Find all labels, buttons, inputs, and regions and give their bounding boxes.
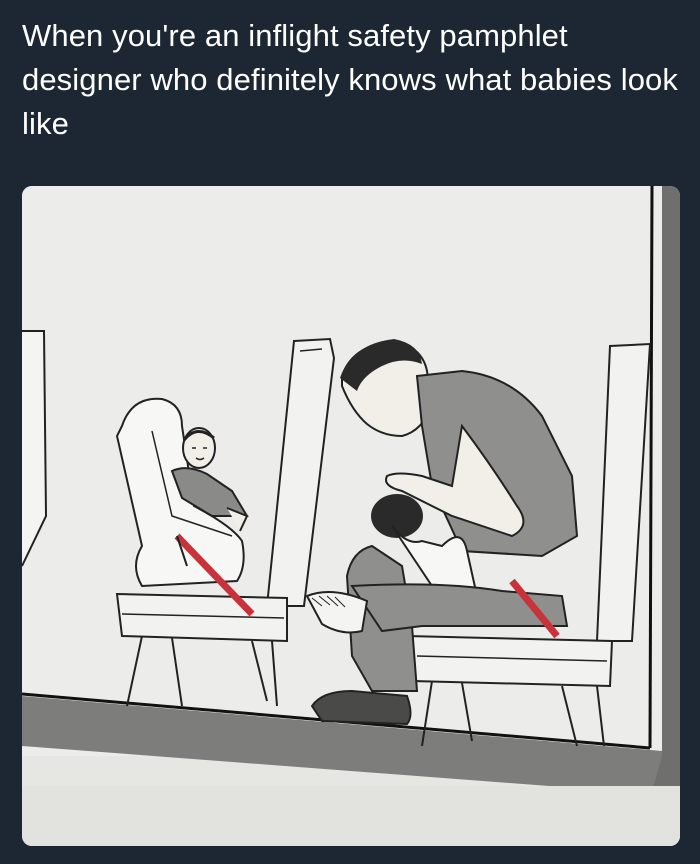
tweet-text: When you're an inflight safety pamphlet … xyxy=(22,18,678,141)
tweet-image[interactable] xyxy=(22,186,680,846)
man-shoe xyxy=(310,689,412,726)
